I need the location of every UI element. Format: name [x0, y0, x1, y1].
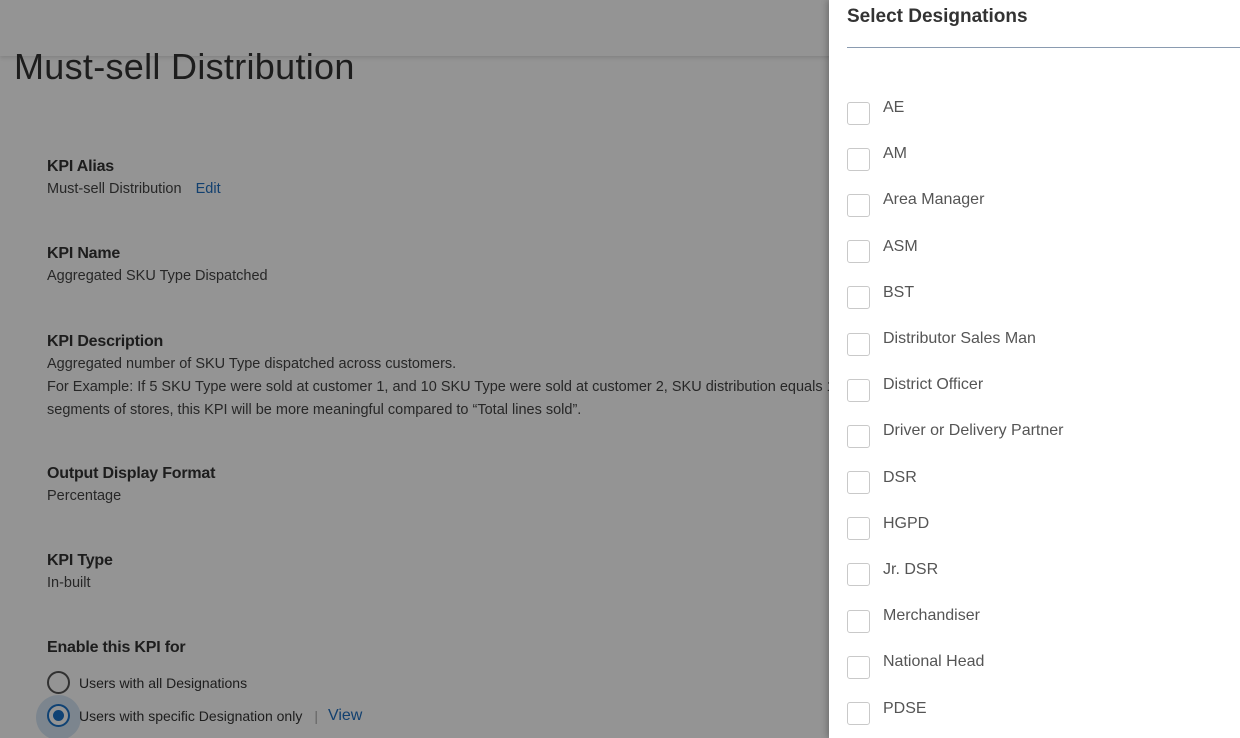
designation-checkbox[interactable]	[847, 563, 870, 587]
designation-option[interactable]: Merchandiser	[847, 596, 1237, 642]
designation-label: DSR	[883, 468, 917, 486]
select-designations-drawer: Select Designations AE AM Area Manager ASM B…	[829, 0, 1240, 738]
designation-label: Area Manager	[883, 191, 985, 209]
designation-checkbox[interactable]	[847, 378, 870, 402]
designation-checkbox[interactable]	[847, 471, 870, 495]
designation-checkbox[interactable]	[847, 702, 870, 726]
designation-checkbox[interactable]	[847, 424, 870, 448]
designation-label: Driver or Delivery Partner	[883, 422, 1064, 440]
designation-checkbox[interactable]	[847, 286, 870, 310]
designation-label: Distributor Sales Man	[883, 330, 1036, 348]
designation-label: PDSE	[883, 699, 927, 717]
designation-label: BST	[883, 283, 915, 301]
designation-option[interactable]: AM	[847, 134, 1237, 180]
designation-option[interactable]: HGPD	[847, 504, 1237, 550]
designation-checkbox[interactable]	[847, 240, 870, 264]
designation-option[interactable]: District Officer	[847, 365, 1237, 411]
designation-option[interactable]: Distributor Sales Man	[847, 319, 1237, 365]
designation-checkbox[interactable]	[847, 332, 870, 356]
designation-option[interactable]: PDSE	[847, 688, 1237, 734]
designation-checkbox[interactable]	[847, 193, 870, 217]
designation-label: AM	[883, 145, 907, 163]
designation-checkbox[interactable]	[847, 101, 870, 125]
designation-option[interactable]: ASM	[847, 227, 1237, 273]
designation-label: Jr. DSR	[883, 560, 939, 578]
designation-label: Merchandiser	[883, 607, 980, 625]
designation-checkbox[interactable]	[847, 609, 870, 633]
designation-checkbox[interactable]	[847, 517, 870, 541]
designation-option[interactable]: National Head	[847, 642, 1237, 688]
designation-label: AE	[883, 99, 905, 117]
designation-option[interactable]: AE	[847, 88, 1237, 134]
designation-list: AE AM Area Manager ASM BST Distributor Sales …	[847, 88, 1237, 735]
designation-option[interactable]: BST	[847, 273, 1237, 319]
designation-checkbox[interactable]	[847, 655, 870, 679]
designation-label: District Officer	[883, 376, 984, 394]
designation-label: National Head	[883, 653, 985, 671]
drawer-title: Select Designations	[847, 6, 1028, 27]
drawer-divider	[847, 47, 1240, 48]
designation-label: HGPD	[883, 514, 930, 532]
designation-label: ASM	[883, 237, 918, 255]
designation-checkbox[interactable]	[847, 147, 870, 171]
designation-option[interactable]: DSR	[847, 458, 1237, 504]
designation-option[interactable]: Driver or Delivery Partner	[847, 411, 1237, 457]
designation-option[interactable]: Jr. DSR	[847, 550, 1237, 596]
designation-option[interactable]: Area Manager	[847, 180, 1237, 226]
